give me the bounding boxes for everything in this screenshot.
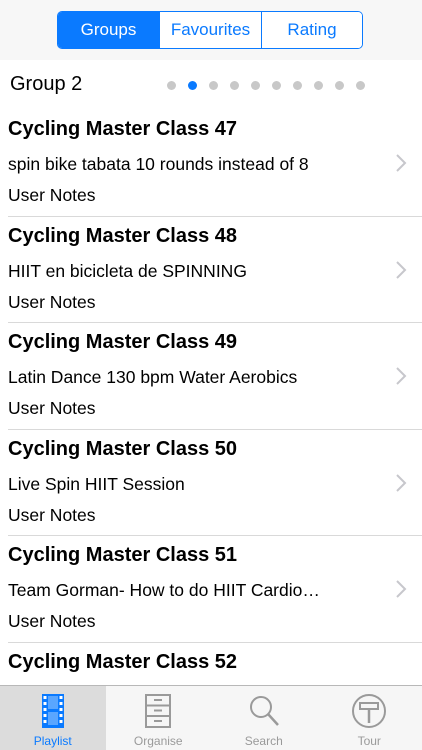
list-item[interactable]: Cycling Master Class 47 spin bike tabata …	[8, 110, 422, 217]
film-icon	[41, 694, 64, 728]
chevron-right-icon	[396, 260, 407, 279]
tab-organise[interactable]: Organise	[106, 686, 212, 750]
item-title: Cycling Master Class 48	[8, 224, 237, 247]
list-item[interactable]: Cycling Master Class 49 Latin Dance 130 b…	[8, 323, 422, 430]
page-dot	[230, 81, 239, 90]
item-title: Cycling Master Class 50	[8, 437, 237, 460]
list-item[interactable]: Cycling Master Class 50 Live Spin HIIT Se…	[8, 430, 422, 537]
tab-search[interactable]: Search	[211, 686, 317, 750]
tab-label: Playlist	[33, 734, 72, 748]
playlist-list: Cycling Master Class 47 spin bike tabata …	[0, 110, 422, 685]
segment-groups[interactable]: Groups	[58, 12, 160, 48]
item-notes: User Notes	[8, 185, 96, 205]
page-dot	[209, 81, 218, 90]
chevron-right-icon	[396, 474, 407, 492]
chevron-right-icon	[396, 580, 407, 599]
tab-label: Organise	[133, 734, 183, 748]
magnifier-icon	[249, 696, 279, 726]
item-title: Cycling Master Class 47	[8, 118, 237, 140]
page-dot	[356, 81, 365, 90]
tab-label: Tour	[357, 734, 381, 748]
signpost-icon	[352, 694, 387, 728]
page-dot	[293, 81, 302, 90]
tab-bar: Playlist Organise Search Tour	[0, 685, 422, 750]
item-subtitle: spin bike tabata 10 rounds instead of 8	[8, 154, 309, 174]
app-screen: Groups Favourites Rating Group 2 Cycling…	[0, 0, 422, 750]
item-subtitle: HIIT en bicicleta de SPINNING	[8, 260, 247, 281]
item-subtitle: Latin Dance 130 bpm Water Aerobics	[8, 367, 298, 388]
item-notes: User Notes	[8, 611, 96, 632]
chevron-right-icon	[396, 367, 407, 385]
list-item[interactable]: Cycling Master Class 52	[8, 643, 422, 685]
item-title: Cycling Master Class 49	[8, 331, 237, 354]
item-title: Cycling Master Class 52	[8, 650, 237, 673]
item-subtitle: Team Gorman- How to do HIIT Cardio…	[8, 580, 320, 601]
tab-label: Search	[244, 734, 283, 748]
group-title: Group 2	[10, 73, 83, 95]
page-dot	[251, 81, 260, 90]
segmented-control-bar: Groups Favourites Rating	[0, 0, 422, 60]
list-item[interactable]: Cycling Master Class 51 Team Gorman- How …	[8, 536, 422, 643]
tab-tour[interactable]: Tour	[317, 686, 422, 750]
page-dot	[335, 81, 344, 90]
list-item[interactable]: Cycling Master Class 48 HIIT en bicicleta…	[8, 217, 422, 324]
page-dot	[188, 81, 197, 90]
page-indicator[interactable]	[167, 81, 365, 90]
item-subtitle: Live Spin HIIT Session	[8, 473, 185, 494]
page-dot	[167, 81, 176, 90]
page-dot	[272, 81, 281, 90]
page-dot	[314, 81, 323, 90]
item-title: Cycling Master Class 51	[8, 544, 237, 567]
segmented-control: Groups Favourites Rating	[57, 11, 363, 49]
segment-rating[interactable]: Rating	[262, 12, 362, 48]
cabinet-icon	[145, 694, 172, 728]
item-notes: User Notes	[8, 504, 96, 525]
item-notes: User Notes	[8, 398, 96, 419]
segment-favourites[interactable]: Favourites	[160, 12, 262, 48]
chevron-right-icon	[396, 154, 407, 172]
tab-playlist[interactable]: Playlist	[0, 686, 106, 750]
item-notes: User Notes	[8, 291, 96, 312]
